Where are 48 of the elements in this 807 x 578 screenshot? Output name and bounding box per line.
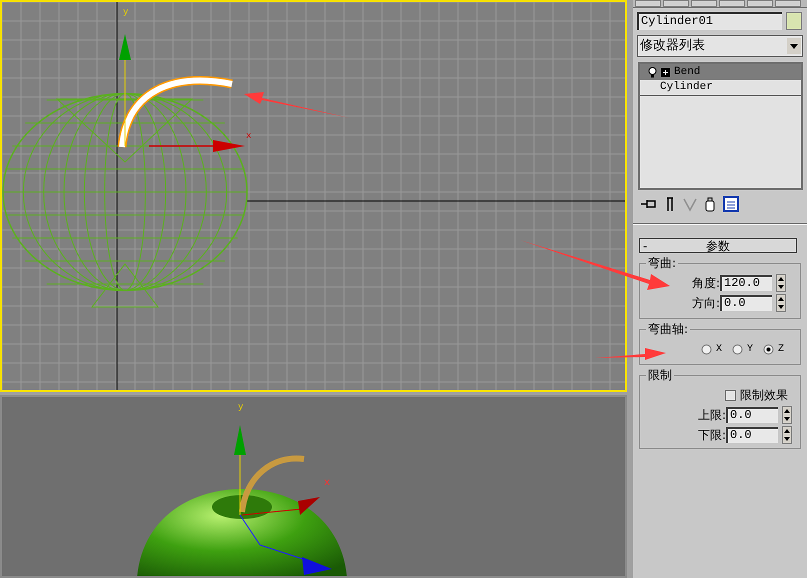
light-bulb-icon[interactable] [648,66,657,78]
number-field[interactable]: 0.0 [726,407,778,423]
rollout-header[interactable]: - 参数 [639,238,797,253]
field-label: 上限: [698,407,726,424]
dropdown-caret-icon [787,38,801,54]
spinner-arrows[interactable] [782,406,792,424]
apple-dimple-drawing [212,495,272,519]
pin-icon[interactable] [641,198,657,210]
spinner-arrows[interactable] [776,294,786,312]
group-title: 限制 [646,367,674,383]
field-label: 方向: [692,295,720,312]
panel-tab-icon[interactable] [747,0,773,7]
panel-tab-icon[interactable] [775,0,801,7]
modifier-stack-item[interactable]: Cylinder [640,80,801,96]
radio-button[interactable] [762,344,774,355]
rollout-title: 参数 [705,238,731,254]
checkbox[interactable] [725,390,736,400]
radio-button[interactable] [732,344,743,355]
radio-label: Z [778,343,784,357]
panel-tab-icon[interactable] [691,0,717,7]
field-label: 角度: [692,275,720,292]
radio-button[interactable] [700,344,712,355]
number-field[interactable]: 0.0 [720,295,772,311]
bent-stem-drawing [239,456,304,512]
checkbox-label: 限制效果 [740,387,788,404]
panel-tab-icon[interactable] [635,0,661,7]
field-label: 下限: [698,427,726,444]
spinner-arrows[interactable] [776,274,786,292]
spinner-arrows[interactable] [782,426,792,444]
number-field[interactable]: 0.0 [726,427,778,443]
panel-tab-icon[interactable] [719,0,745,7]
axis-label: x [246,132,252,141]
object-name-field[interactable]: Cylinder01 [637,12,782,30]
group-title: 弯曲轴: [646,321,690,337]
axis-label: y [123,8,128,17]
modifier-list-dropdown[interactable]: 修改器列表 [637,35,803,57]
axis-label: x [324,479,330,489]
panel-tab-icon[interactable] [663,0,689,7]
radio-label: Y [746,343,753,357]
collapse-toggle[interactable]: - [640,236,658,254]
radio-label: X [716,343,722,357]
expand-plus-icon[interactable] [661,68,670,76]
modifier-stack-item[interactable]: Bend [640,64,801,80]
group-title: 弯曲: [646,255,678,271]
annotation-arrow [595,348,666,360]
number-field[interactable]: 120.0 [720,275,772,291]
object-color-swatch[interactable] [786,12,802,30]
axis-label: y [238,403,244,412]
